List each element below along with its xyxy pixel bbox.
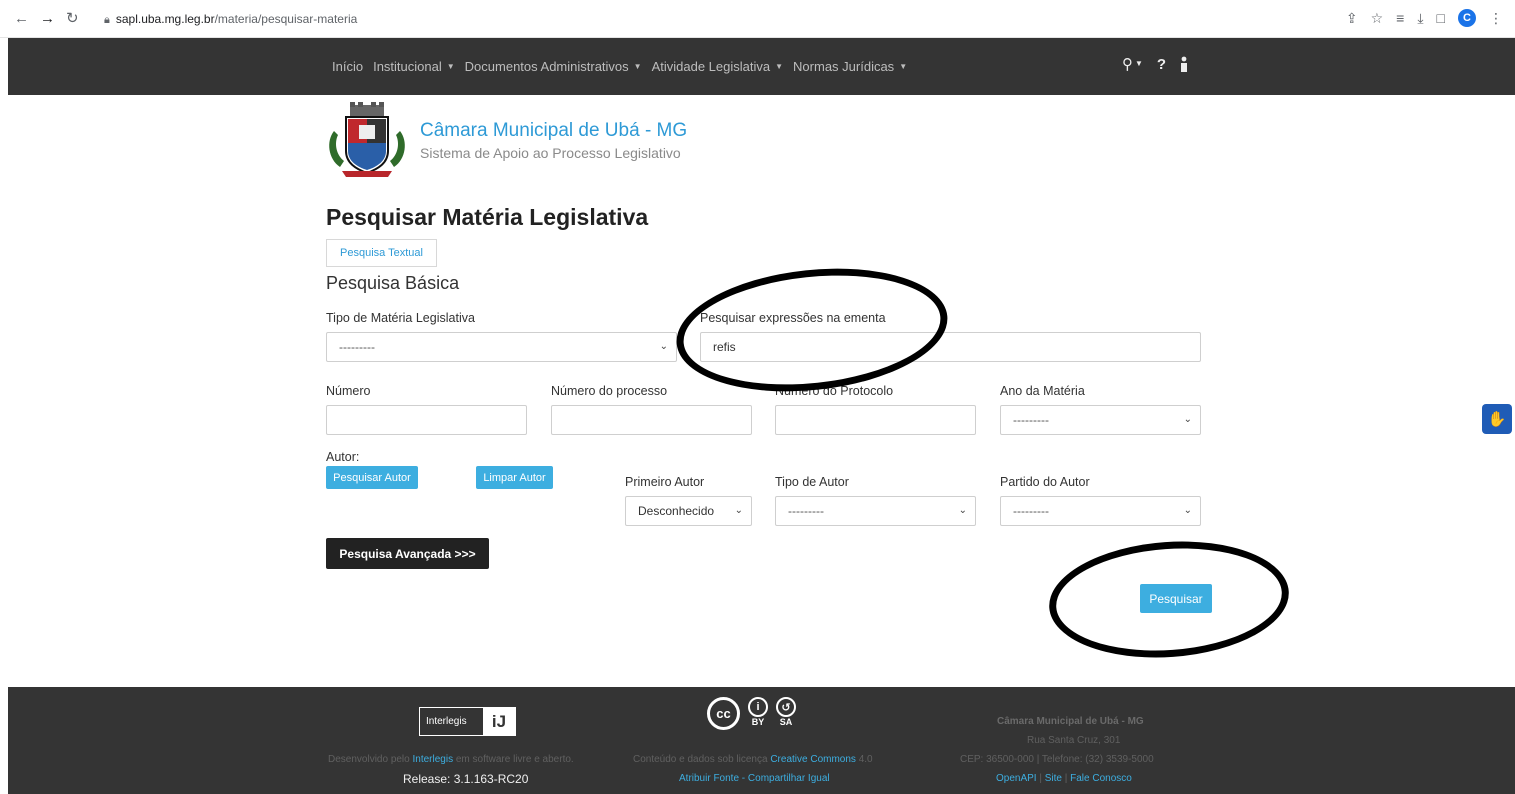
ano-materia-label: Ano da Matéria [1000,384,1085,398]
ementa-label: Pesquisar expressões na ementa [700,311,886,325]
footer-links: OpenAPI | Site | Fale Conosco [996,773,1132,784]
share-alike-icon: ↺ [776,697,796,717]
profile-avatar[interactable]: C [1458,9,1476,27]
caret-down-icon: ▼ [446,62,455,71]
chevron-down-icon: ⌄ [1183,414,1192,425]
footer-license-text: Conteúdo e dados sob licença Creative Co… [633,754,873,765]
tipo-autor-label: Tipo de Autor [775,475,849,489]
help-icon[interactable]: ? [1157,56,1166,73]
municipal-crest-logo [329,102,405,177]
section-title: Pesquisa Básica [326,273,460,293]
download-icon[interactable]: ⤓ [1417,10,1423,27]
tipo-autor-select[interactable]: --------- ⌄ [775,496,976,526]
chevron-down-icon: ⌄ [659,341,668,352]
page-title: Pesquisar Matéria Legislativa [326,204,649,230]
pesquisar-autor-button[interactable]: Pesquisar Autor [326,466,418,489]
site-subtitle: Sistema de Apoio ao Processo Legislativo [420,145,681,161]
forward-icon[interactable]: → [40,10,55,28]
nav-documentos-administrativos[interactable]: Documentos Administrativos ▼ [465,59,642,74]
nav-atividade-legislativa[interactable]: Atividade Legislativa ▼ [652,59,783,74]
pesquisar-submit-button[interactable]: Pesquisar [1140,584,1212,613]
pesquisa-textual-button[interactable]: Pesquisa Textual [326,239,437,267]
main-menu: Início Institucional ▼ Documentos Adminis… [332,59,907,74]
limpar-autor-button[interactable]: Limpar Autor [476,466,553,489]
primeiro-autor-label: Primeiro Autor [625,475,705,489]
accessibility-sign-language-icon[interactable]: ✋ [1482,404,1512,434]
autor-label: Autor: [326,450,360,464]
nav-normas-juridicas[interactable]: Normas Jurídicas ▼ [793,59,907,74]
release-version: Release: 3.1.163-RC20 [403,772,529,786]
cc-icon: cc [707,697,740,730]
caret-down-icon: ▼ [633,62,642,71]
nav-institucional[interactable]: Institucional ▼ [373,59,455,74]
numero-processo-label: Número do processo [551,384,668,398]
chevron-down-icon: ⌄ [958,505,967,516]
fale-conosco-link[interactable]: Fale Conosco [1070,773,1132,784]
interlegis-logo[interactable]: Interlegis iJ [419,707,516,736]
numero-label: Número [326,384,371,398]
interlegis-link[interactable]: Interlegis [413,754,454,765]
primeiro-autor-select[interactable]: Desconhecido ⌄ [625,496,752,526]
chevron-down-icon: ⌄ [734,505,743,516]
caret-down-icon: ▼ [899,62,908,71]
nav-inicio[interactable]: Início [332,59,363,74]
reading-list-icon[interactable]: ≡ [1396,10,1404,26]
annotation-ellipse-ementa [670,256,954,404]
ano-materia-select[interactable]: --------- ⌄ [1000,405,1201,435]
search-icon[interactable]: ⚲ ▼ [1122,55,1143,73]
site-navbar: Início Institucional ▼ Documentos Adminis… [8,38,1515,95]
reload-icon[interactable]: ↻ [66,10,79,28]
numero-protocolo-input[interactable] [775,405,976,435]
openapi-link[interactable]: OpenAPI [996,773,1037,784]
share-icon[interactable]: ⇪ [1346,10,1358,27]
numero-protocolo-label: Número do Protocolo [775,384,894,398]
caret-down-icon: ▼ [775,62,784,71]
creative-commons-link[interactable]: Creative Commons [770,754,856,765]
navbar-tools: ⚲ ▼ ? [1122,55,1188,73]
browser-toolbar: ← → ↻ 🔒︎ sapl.uba.mg.leg.br/materia/pesqu… [0,0,1515,38]
creative-commons-logo[interactable]: cc i BY ↺ SA [707,697,796,730]
browser-actions: ⇪ ☆ ≡ ⤓ □ C ⋮ [1346,9,1503,27]
user-icon[interactable] [1180,56,1188,72]
browser-menu-icon[interactable]: ⋮ [1489,10,1503,27]
bookmark-star-icon[interactable]: ☆ [1371,10,1384,27]
footer-address: Rua Santa Cruz, 301 [1027,735,1121,746]
footer-org-name: Câmara Municipal de Ubá - MG [997,716,1144,727]
tipo-materia-select[interactable]: --------- ⌄ [326,332,677,362]
ementa-input[interactable]: refis [700,332,1201,362]
by-person-icon: i [748,697,768,717]
tipo-materia-label: Tipo de Matéria Legislativa [326,311,475,325]
chevron-down-icon: ⌄ [1183,505,1192,516]
footer-dev-text: Desenvolvido pelo Interlegis em software… [328,754,574,765]
back-icon[interactable]: ← [14,10,29,28]
interlegis-mark-icon: iJ [483,707,515,736]
numero-input[interactable] [326,405,527,435]
numero-processo-input[interactable] [551,405,752,435]
address-bar[interactable]: 🔒︎ sapl.uba.mg.leg.br/materia/pesquisar-m… [104,12,357,27]
site-title[interactable]: Câmara Municipal de Ubá - MG [420,120,687,142]
site-link[interactable]: Site [1045,773,1062,784]
pesquisa-avancada-button[interactable]: Pesquisa Avançada >>> [326,538,489,569]
lock-icon: 🔒︎ [104,14,110,26]
side-panel-icon[interactable]: □ [1437,10,1445,26]
license-terms-link[interactable]: Atribuir Fonte - Compartilhar Igual [679,773,830,784]
partido-autor-label: Partido do Autor [1000,475,1090,489]
footer-contact: CEP: 36500-000 | Telefone: (32) 3539-500… [960,754,1154,765]
partido-autor-select[interactable]: --------- ⌄ [1000,496,1201,526]
